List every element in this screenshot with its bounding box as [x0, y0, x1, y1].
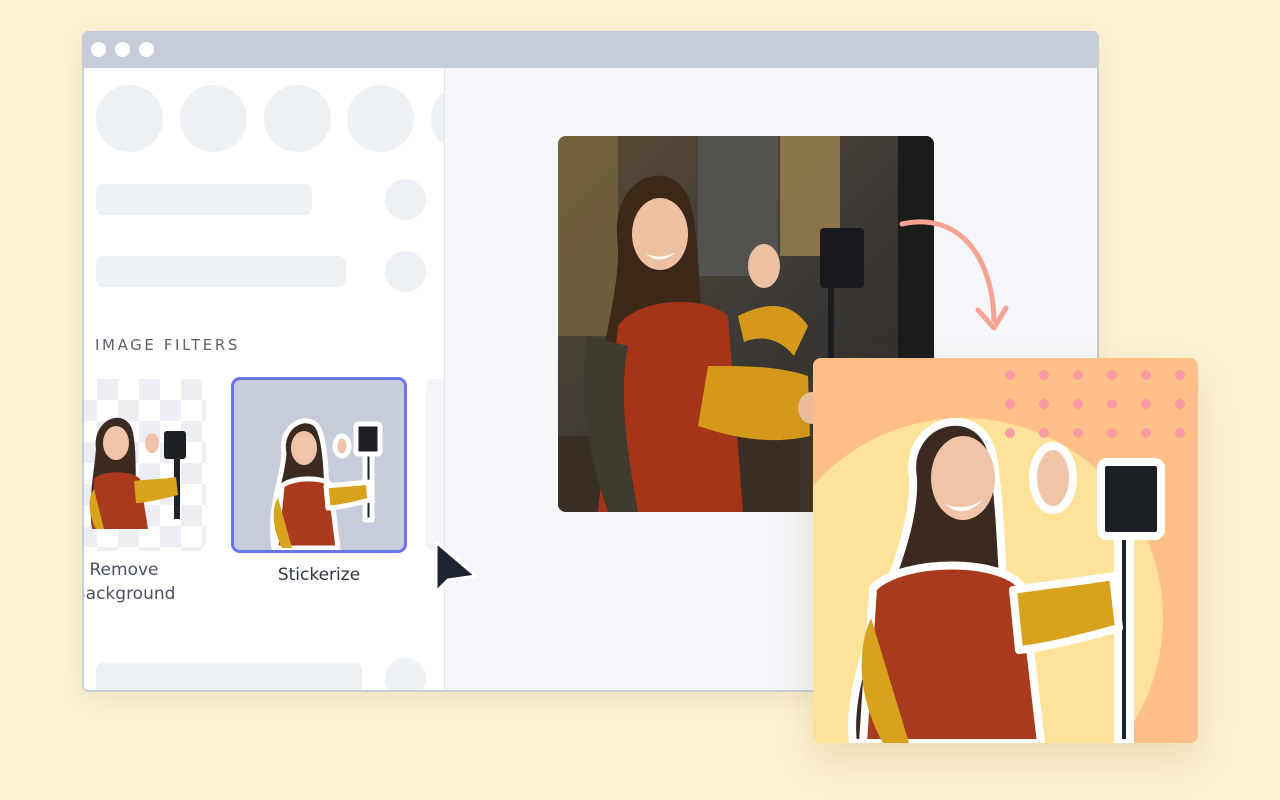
placeholder-circle-2[interactable] — [180, 85, 247, 152]
placeholder-toggle-2[interactable] — [385, 251, 426, 292]
placeholder-circle-1[interactable] — [96, 85, 163, 152]
mouse-pointer-icon — [434, 540, 478, 594]
placeholder-bar-2 — [96, 256, 346, 287]
window-close-dot[interactable] — [91, 42, 106, 57]
placeholder-circle-4[interactable] — [347, 85, 414, 152]
filter-label-stickerize: Stickerize — [277, 565, 361, 585]
image-filters-heading: IMAGE FILTERS — [95, 336, 240, 354]
filter-stickerize[interactable] — [231, 377, 407, 553]
filter-next-partial[interactable] — [426, 379, 444, 551]
window-titlebar — [84, 33, 1097, 68]
placeholder-circle-5[interactable] — [431, 85, 444, 152]
window-maximize-dot[interactable] — [139, 42, 154, 57]
sidebar-panel: IMAGE FILTERS Remove Background Stickeri… — [84, 68, 445, 690]
cutout-woman-thumbnail — [89, 417, 186, 529]
sticker-woman-thumbnail — [270, 418, 383, 550]
filter-label-remove-background: Remove Background — [84, 560, 176, 604]
stickerized-result[interactable] — [813, 358, 1198, 743]
result-artwork — [813, 358, 1198, 743]
window-minimize-dot[interactable] — [115, 42, 130, 57]
curved-arrow-icon — [899, 219, 1009, 331]
placeholder-bar-1 — [96, 184, 312, 215]
placeholder-bar-3 — [96, 663, 362, 690]
placeholder-toggle-1[interactable] — [385, 179, 426, 220]
placeholder-circle-3[interactable] — [264, 85, 331, 152]
filter-remove-background[interactable] — [84, 379, 206, 551]
placeholder-toggle-3[interactable] — [385, 658, 426, 690]
